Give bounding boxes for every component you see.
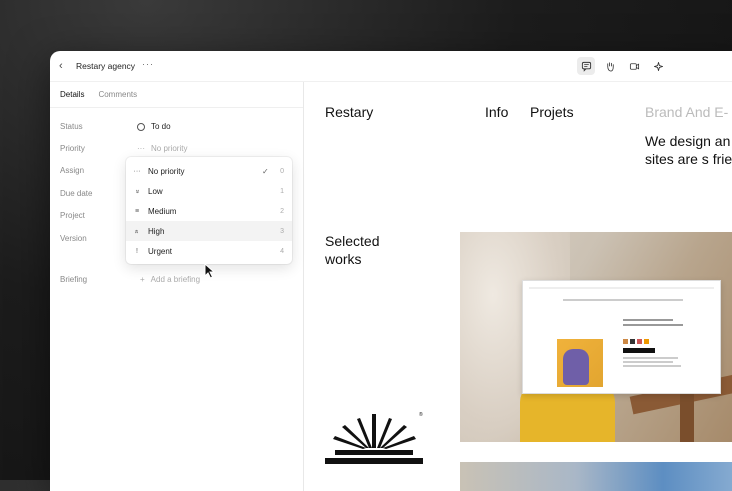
panel-tabs: Details Comments <box>60 90 137 108</box>
mockup-swatch <box>644 339 649 344</box>
priority-label: Priority <box>60 144 85 153</box>
circle-icon <box>137 122 145 131</box>
mockup-swatch <box>637 339 642 344</box>
mockup-line <box>563 299 683 301</box>
status-label: Status <box>60 122 83 131</box>
option-label: Low <box>148 186 163 196</box>
chevrons-up-icon: » <box>133 229 141 233</box>
mockup-swatch <box>630 339 635 344</box>
shortcut-key: 3 <box>280 227 284 235</box>
add-briefing-button[interactable]: + Add a briefing <box>140 275 200 284</box>
mockup-line <box>623 319 673 321</box>
check-icon: ✓ <box>262 166 269 176</box>
mockup-line <box>623 357 678 359</box>
exclamation-icon: ! <box>136 247 138 255</box>
project-photo-2[interactable] <box>460 462 732 491</box>
mockup-nav <box>529 287 714 289</box>
assign-label: Assign <box>60 166 85 175</box>
app-window: ‹ Restary agency ··· Details Comments St… <box>50 51 732 491</box>
tab-comments[interactable]: Comments <box>98 90 137 108</box>
priority-option-high[interactable]: » High 3 <box>126 221 292 241</box>
more-icon[interactable]: ··· <box>142 59 154 69</box>
mouse-cursor-icon <box>204 263 216 279</box>
divider <box>50 107 303 108</box>
laptop-screen-mockup <box>522 280 721 394</box>
mockup-figure <box>563 349 589 385</box>
plus-icon: + <box>140 275 145 284</box>
sunburst-logo-icon <box>325 414 423 464</box>
status-field[interactable]: To do <box>137 122 171 131</box>
chevrons-down-icon: » <box>133 189 141 193</box>
top-bar: ‹ Restary agency ··· <box>50 51 732 82</box>
nav-projets[interactable]: Projets <box>530 104 574 120</box>
status-value: To do <box>151 122 171 131</box>
hand-tool-button[interactable] <box>601 57 619 75</box>
message-square-icon <box>581 61 591 72</box>
mockup-line <box>623 361 673 363</box>
hand-icon <box>606 61 614 71</box>
mockup-line <box>623 324 683 326</box>
shortcut-key: 2 <box>280 207 284 215</box>
briefing-placeholder: Add a briefing <box>150 275 201 284</box>
priority-option-medium[interactable]: ≡ Medium 2 <box>126 201 292 221</box>
website-preview: Restary Info Projets Brand And E- We des… <box>305 82 732 491</box>
due-date-label: Due date <box>60 189 93 198</box>
version-label: Version <box>60 234 87 243</box>
video-button[interactable] <box>625 57 643 75</box>
comment-button[interactable] <box>577 57 595 75</box>
selected-works-heading: Selected works <box>325 233 380 267</box>
equals-icon: ≡ <box>134 207 140 215</box>
option-label: Urgent <box>148 246 173 256</box>
mockup-button <box>623 348 655 353</box>
priority-field[interactable]: ··· No priority <box>137 144 187 153</box>
priority-value: No priority <box>151 144 188 153</box>
shortcut-key: 1 <box>280 187 284 195</box>
nav-info[interactable]: Info <box>485 104 508 120</box>
site-description: We design an websites for e our sites ar… <box>645 133 732 167</box>
option-label: No priority <box>148 166 185 176</box>
nav-brand[interactable]: Brand And E- <box>645 104 728 120</box>
option-label: Medium <box>148 206 177 216</box>
mockup-swatch <box>623 339 628 344</box>
shortcut-key: 0 <box>280 167 284 175</box>
project-label: Project <box>60 211 85 220</box>
shortcut-key: 4 <box>280 247 284 255</box>
priority-dropdown: ··· No priority ✓ 0 » Low 1 ≡ Medium 2 »… <box>126 157 292 264</box>
video-icon <box>629 62 639 70</box>
mockup-line <box>623 365 681 367</box>
dots-icon: ··· <box>137 144 145 153</box>
tab-details[interactable]: Details <box>60 90 85 108</box>
briefing-label: Briefing <box>60 275 88 284</box>
sparkle-icon <box>653 61 663 71</box>
chevron-left-icon[interactable]: ‹ <box>59 60 69 72</box>
details-panel: Details Comments Status To do Priority ·… <box>50 82 304 491</box>
page-title: Restary agency <box>76 61 136 71</box>
site-logo[interactable]: Restary <box>325 104 373 120</box>
dots-icon: ··· <box>133 167 141 175</box>
priority-option-no-priority[interactable]: ··· No priority ✓ 0 <box>126 161 292 181</box>
option-label: High <box>148 226 165 236</box>
registered-mark: ® <box>419 412 423 418</box>
priority-option-low[interactable]: » Low 1 <box>126 181 292 201</box>
priority-option-urgent[interactable]: ! Urgent 4 <box>126 241 292 261</box>
toolbar-icons <box>577 57 667 75</box>
ai-button[interactable] <box>649 57 667 75</box>
